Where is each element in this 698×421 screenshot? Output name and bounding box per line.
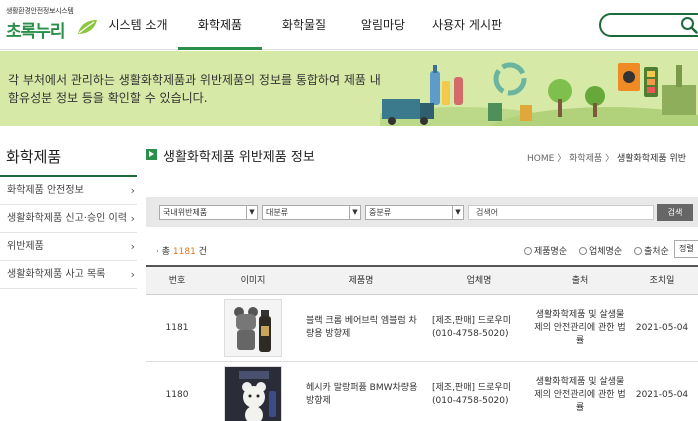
header-no: 번호 — [168, 276, 186, 286]
sidebar-item-label: 위반제품 — [7, 241, 44, 252]
table-header: 번호 이미지 제품명 업체명 출처 조치일 — [146, 265, 698, 295]
site-logo[interactable]: 생활환경안전정보시스템 초록누리 — [6, 6, 97, 42]
search-button[interactable]: 검색 — [657, 204, 693, 221]
banner-text: 각 부처에서 관리하는 생활화학제품과 위반제품의 정보를 통합하여 제품 내 … — [8, 71, 388, 107]
breadcrumb-separator: 〉 — [557, 154, 567, 164]
sort-radio-group: 제품명순 업체명순 출처순 — [524, 244, 678, 257]
action-date: 2021-05-04 — [635, 389, 689, 400]
main-nav: 시스템 소개 화학제품 화학물질 알림마당 사용자 게시판 — [98, 0, 514, 50]
chevron-right-icon: › — [130, 184, 135, 197]
count-value: 1181 — [172, 247, 196, 257]
header-image: 이미지 — [240, 276, 266, 286]
chevron-down-icon: ▼ — [452, 206, 463, 219]
breadcrumb-home[interactable]: HOME — [527, 154, 554, 164]
nav-chemical-products[interactable]: 화학제품 — [178, 0, 262, 50]
row-number: 1181 — [165, 322, 189, 333]
sidebar-item-safety-info[interactable]: 화학제품 안전정보 › — [0, 177, 137, 205]
chevron-right-icon: › — [130, 240, 135, 253]
nav-chemical-substances[interactable]: 화학물질 — [262, 0, 346, 50]
table-row[interactable]: 1180 헤시카 말랑퍼퓸 BMW차량용 방향제 [제조,판매] 드로우미(01… — [146, 362, 698, 421]
sort-by-source-radio[interactable]: 출처순 — [634, 244, 669, 257]
sidebar-item-label: 생활화학제품 사고 목록 — [7, 269, 106, 280]
breadcrumb-separator: 〉 — [605, 154, 615, 164]
result-count: · 총 1181 건 — [156, 244, 207, 257]
banner-illustration — [380, 62, 698, 126]
sort-by-company-radio[interactable]: 업체명순 — [579, 244, 622, 257]
chevron-down-icon: ▼ — [349, 206, 360, 219]
action-date: 2021-05-04 — [635, 322, 689, 333]
title-bullet-icon — [146, 149, 157, 160]
header-source: 출처 — [571, 276, 589, 286]
region-select[interactable]: 국내위반제품 ▼ — [159, 205, 258, 220]
product-image[interactable] — [224, 299, 282, 357]
nav-notice[interactable]: 알림마당 — [346, 0, 420, 50]
sidebar-item-label: 생활화학제품 신고·승인 이력 — [7, 213, 127, 224]
minor-category-value: 중분류 — [369, 208, 392, 217]
keyword-input[interactable]: 검색어 — [468, 205, 654, 220]
header-company: 업체명 — [466, 276, 492, 286]
sidebar-title: 화학제품 — [0, 140, 137, 177]
breadcrumb-chemical[interactable]: 화학제품 — [569, 154, 602, 164]
chevron-right-icon: › — [130, 268, 135, 281]
sort-select[interactable]: 정렬 — [674, 240, 698, 258]
major-category-value: 대분류 — [266, 208, 289, 217]
major-category-select[interactable]: 대분류 ▼ — [262, 205, 361, 220]
sidebar-item-violations[interactable]: 위반제품 › — [0, 233, 137, 261]
company-name: [제조,판매] 드로우미(010-4758-5020) — [432, 383, 511, 406]
page-title: 생활화학제품 위반제품 정보 — [163, 150, 315, 165]
plush-bear-icon — [225, 367, 281, 421]
nav-system-intro[interactable]: 시스템 소개 — [98, 0, 178, 50]
minor-category-select[interactable]: 중분류 ▼ — [365, 205, 464, 220]
chevron-down-icon: ▼ — [246, 206, 257, 219]
sidebar-item-accidents[interactable]: 생활화학제품 사고 목록 › — [0, 261, 137, 289]
breadcrumb-current: 생활화학제품 위반 — [616, 154, 687, 164]
sidebar-item-report-history[interactable]: 생활화학제품 신고·승인 이력 › — [0, 205, 137, 233]
sidebar: 화학제품 화학제품 안전정보 › 생활화학제품 신고·승인 이력 › 위반제품 … — [0, 140, 137, 289]
count-prefix: · 총 — [156, 247, 171, 257]
search-icon[interactable] — [680, 16, 698, 34]
sidebar-item-label: 화학제품 안전정보 — [7, 185, 84, 196]
logo-subtitle: 생활환경안전정보시스템 — [6, 7, 74, 15]
company-name: [제조,판매] 드로우미(010-4758-5020) — [432, 316, 511, 339]
site-header: 생활환경안전정보시스템 초록누리 시스템 소개 화학제품 화학물질 알림마당 사… — [0, 0, 698, 50]
product-name[interactable]: 헤시카 말랑퍼퓸 BMW차량용 방향제 — [298, 382, 424, 408]
row-number: 1180 — [165, 389, 189, 400]
region-select-value: 국내위반제품 — [163, 208, 208, 217]
count-suffix: 건 — [198, 247, 207, 257]
source-law: 생활화학제품 및 살생물제의 안전관리에 관한 법률 — [534, 309, 626, 346]
product-name[interactable]: 블랙 크롬 베어브릭 엠블럼 차량용 방향제 — [298, 315, 424, 341]
source-law: 생활화학제품 및 살생물제의 안전관리에 관한 법률 — [534, 376, 626, 413]
intro-banner: 각 부처에서 관리하는 생활화학제품과 위반제품의 정보를 통합하여 제품 내 … — [0, 51, 698, 126]
filter-bar: 국내위반제품 ▼ 대분류 ▼ 중분류 ▼ 검색어 검색 — [146, 197, 698, 227]
breadcrumb: HOME 〉 화학제품 〉 생활화학제품 위반 — [527, 151, 686, 164]
violations-table: 번호 이미지 제품명 업체명 출처 조치일 1181 블랙 크롬 베어브릭 엠블… — [146, 265, 698, 421]
sort-by-product-radio[interactable]: 제품명순 — [524, 244, 567, 257]
chevron-right-icon: › — [130, 212, 135, 225]
bear-figure-icon — [234, 307, 271, 352]
header-product: 제품명 — [348, 276, 374, 286]
banner-line-2: 함유성분 정보 등을 확인할 수 있습니다. — [8, 91, 208, 105]
table-row[interactable]: 1181 블랙 크롬 베어브릭 엠블럼 차량용 방향제 [제조,판매] 드로우미… — [146, 295, 698, 362]
banner-line-1: 각 부처에서 관리하는 생활화학제품과 위반제품의 정보를 통합하여 제품 내 — [8, 73, 381, 87]
leaf-icon — [78, 20, 97, 34]
product-image[interactable] — [224, 366, 282, 421]
nav-user-board[interactable]: 사용자 게시판 — [420, 0, 514, 50]
header-date: 조치일 — [649, 276, 675, 286]
